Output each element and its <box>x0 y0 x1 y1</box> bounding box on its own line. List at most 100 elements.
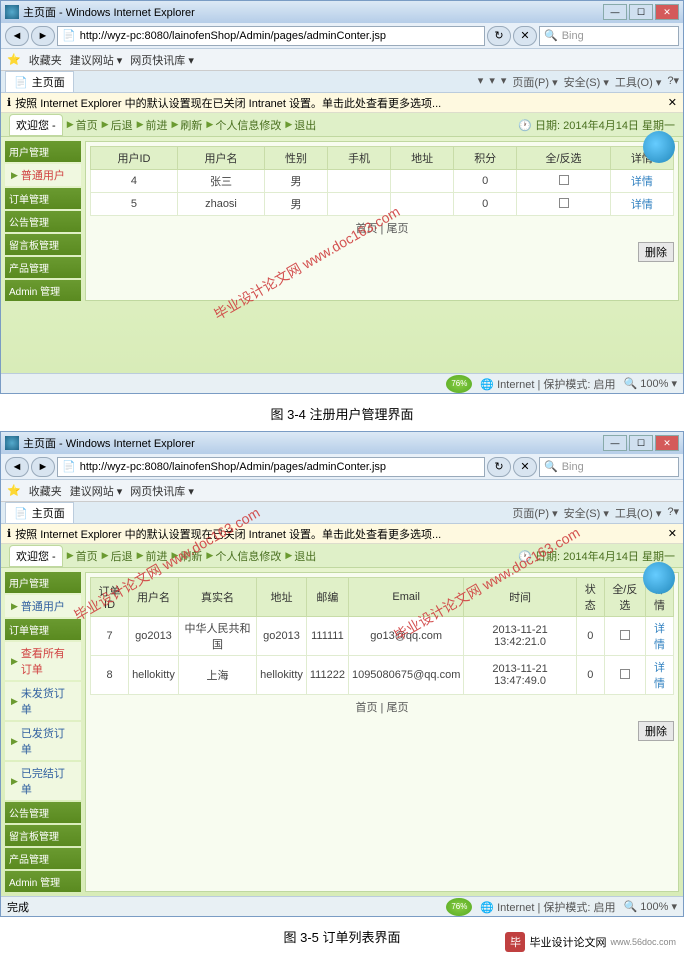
info-close-button[interactable]: ✕ <box>668 527 677 540</box>
side-head-product[interactable]: 产品管理 <box>5 848 81 869</box>
zoom-level[interactable]: 🔍 100% ▾ <box>624 377 677 390</box>
favorites-label[interactable]: 收藏夹 <box>29 52 62 68</box>
close-button[interactable]: ✕ <box>655 4 679 20</box>
info-close-button[interactable]: ✕ <box>668 96 677 109</box>
detail-link[interactable]: 详情 <box>631 176 653 188</box>
nav-home[interactable]: ▶首页 <box>67 548 98 564</box>
sidebar: 用户管理 ▶普通用户 订单管理 ▶查看所有订单 ▶未发货订单 ▶已发货订单 ▶已… <box>5 572 81 892</box>
date-display: 🕐 日期: 2014年4月14日 星期一 <box>518 548 675 564</box>
nav-back[interactable]: ▶后退 <box>102 548 133 564</box>
address-bar[interactable]: 📄 http://wyz-pc:8080/lainofenShop/Admin/… <box>57 26 485 46</box>
nav-refresh[interactable]: ▶刷新 <box>172 117 203 133</box>
row-checkbox[interactable] <box>517 170 611 193</box>
tool-page[interactable]: 页面(P) ▾ <box>512 505 557 521</box>
forward-button[interactable]: ► <box>31 457 55 477</box>
ie-icon <box>5 5 19 19</box>
forward-button[interactable]: ► <box>31 26 55 46</box>
detail-link[interactable]: 详情 <box>654 662 665 690</box>
row-checkbox[interactable] <box>604 656 645 695</box>
tool-help[interactable]: ?▾ <box>667 74 679 90</box>
detail-link[interactable]: 详情 <box>631 199 653 211</box>
fav-item-2[interactable]: 网页快讯库 ▾ <box>130 483 194 499</box>
zoom-level[interactable]: 🔍 100% ▾ <box>624 900 677 913</box>
address-bar[interactable]: 📄 http://wyz-pc:8080/lainofenShop/Admin/… <box>57 457 485 477</box>
minimize-button[interactable]: — <box>603 435 627 451</box>
pager[interactable]: 首页 | 尾页 <box>90 216 674 240</box>
nav-logout[interactable]: ▶退出 <box>285 548 316 564</box>
side-head-order[interactable]: 订单管理 <box>5 188 81 209</box>
maximize-button[interactable]: ☐ <box>629 4 653 20</box>
star-icon[interactable]: ⭐ <box>7 53 21 66</box>
side-head-msg[interactable]: 留言板管理 <box>5 825 81 846</box>
footer-logo: 毕 毕业设计论文网 www.56doc.com <box>505 932 676 952</box>
sidebar-item-unshipped[interactable]: ▶未发货订单 <box>5 682 81 720</box>
fav-item-1[interactable]: 建议网站 ▾ <box>70 52 123 68</box>
tool-feed[interactable]: ▾ <box>489 74 495 90</box>
side-head-notice[interactable]: 公告管理 <box>5 802 81 823</box>
status-bar: 76% 🌐 Internet | 保护模式: 启用 🔍 100% ▾ <box>1 373 683 393</box>
th-select[interactable]: 全/反选 <box>517 147 611 170</box>
side-head-user[interactable]: 用户管理 <box>5 141 81 162</box>
nav-refresh[interactable]: ▶刷新 <box>172 548 203 564</box>
nav-profile[interactable]: ▶个人信息修改 <box>206 548 281 564</box>
star-icon[interactable]: ⭐ <box>7 484 21 497</box>
browser-tab[interactable]: 📄 主页面 <box>5 502 74 523</box>
back-button[interactable]: ◄ <box>5 26 29 46</box>
sidebar-item-all-orders[interactable]: ▶查看所有订单 <box>5 642 81 680</box>
side-head-notice[interactable]: 公告管理 <box>5 211 81 232</box>
info-text: 按照 Internet Explorer 中的默认设置现在已关闭 Intrane… <box>15 526 441 542</box>
delete-button[interactable]: 删除 <box>638 721 674 741</box>
nav-profile[interactable]: ▶个人信息修改 <box>206 117 281 133</box>
nav-forward[interactable]: ▶前进 <box>137 117 168 133</box>
page-icon: 📄 <box>62 460 76 473</box>
sidebar-item-done[interactable]: ▶已完结订单 <box>5 762 81 800</box>
tool-home[interactable]: ▾ <box>478 74 484 90</box>
side-head-user[interactable]: 用户管理 <box>5 572 81 593</box>
nav-home[interactable]: ▶首页 <box>67 117 98 133</box>
pager[interactable]: 首页 | 尾页 <box>90 695 674 719</box>
back-button[interactable]: ◄ <box>5 457 29 477</box>
tool-safety[interactable]: 安全(S) ▾ <box>564 74 609 90</box>
sidebar-item-users[interactable]: ▶普通用户 <box>5 595 81 617</box>
progress-badge: 76% <box>446 375 472 393</box>
info-bar[interactable]: ℹ 按照 Internet Explorer 中的默认设置现在已关闭 Intra… <box>1 524 683 544</box>
refresh-button[interactable]: ↻ <box>487 26 511 46</box>
stop-button[interactable]: ✕ <box>513 26 537 46</box>
progress-badge: 76% <box>446 898 472 916</box>
nav-logout[interactable]: ▶退出 <box>285 117 316 133</box>
close-button[interactable]: ✕ <box>655 435 679 451</box>
info-bar[interactable]: ℹ 按照 Internet Explorer 中的默认设置现在已关闭 Intra… <box>1 93 683 113</box>
side-head-product[interactable]: 产品管理 <box>5 257 81 278</box>
sidebar-item-users[interactable]: ▶普通用户 <box>5 164 81 186</box>
tool-mail[interactable]: ▾ <box>501 74 507 90</box>
search-box[interactable]: 🔍 Bing <box>539 26 679 46</box>
app-topnav: 欢迎您 - ▶首页 ▶后退 ▶前进 ▶刷新 ▶个人信息修改 ▶退出 🕐 日期: … <box>1 544 683 568</box>
data-panel: 用户ID 用户名 性别 手机 地址 积分 全/反选 详情 4 张三 男 <box>85 141 679 301</box>
delete-button[interactable]: 删除 <box>638 242 674 262</box>
favorites-label[interactable]: 收藏夹 <box>29 483 62 499</box>
tool-page[interactable]: 页面(P) ▾ <box>512 74 557 90</box>
stop-button[interactable]: ✕ <box>513 457 537 477</box>
sidebar-item-shipped[interactable]: ▶已发货订单 <box>5 722 81 760</box>
nav-back[interactable]: ▶后退 <box>102 117 133 133</box>
fav-item-1[interactable]: 建议网站 ▾ <box>70 483 123 499</box>
tool-tools[interactable]: 工具(O) ▾ <box>615 505 661 521</box>
side-head-order[interactable]: 订单管理 <box>5 619 81 640</box>
row-checkbox[interactable] <box>517 193 611 216</box>
nav-forward[interactable]: ▶前进 <box>137 548 168 564</box>
side-head-msg[interactable]: 留言板管理 <box>5 234 81 255</box>
browser-tab[interactable]: 📄 主页面 <box>5 71 74 92</box>
minimize-button[interactable]: — <box>603 4 627 20</box>
refresh-button[interactable]: ↻ <box>487 457 511 477</box>
tool-help[interactable]: ?▾ <box>667 505 679 521</box>
search-box[interactable]: 🔍 Bing <box>539 457 679 477</box>
fav-item-2[interactable]: 网页快讯库 ▾ <box>130 52 194 68</box>
detail-link[interactable]: 详情 <box>654 623 665 651</box>
side-head-admin[interactable]: Admin 管理 <box>5 280 81 301</box>
tool-tools[interactable]: 工具(O) ▾ <box>615 74 661 90</box>
row-checkbox[interactable] <box>604 617 645 656</box>
maximize-button[interactable]: ☐ <box>629 435 653 451</box>
browser-window-1: 主页面 - Windows Internet Explorer — ☐ ✕ ◄ … <box>0 0 684 394</box>
side-head-admin[interactable]: Admin 管理 <box>5 871 81 892</box>
tool-safety[interactable]: 安全(S) ▾ <box>564 505 609 521</box>
